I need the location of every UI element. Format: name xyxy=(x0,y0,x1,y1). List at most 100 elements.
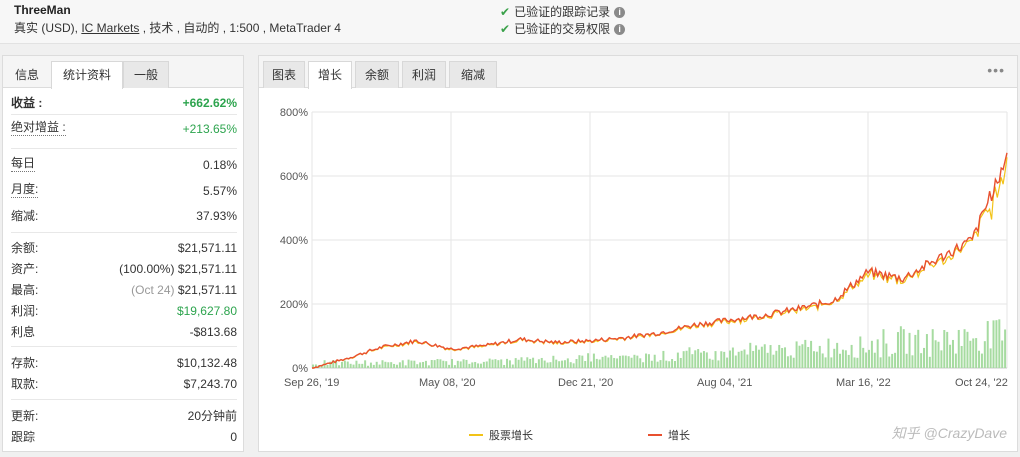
volume-bar xyxy=(575,358,578,368)
volume-bar xyxy=(459,361,462,368)
volume-bar xyxy=(451,359,453,368)
volume-bar xyxy=(607,357,610,368)
volume-bar xyxy=(868,349,870,368)
verified-trading-privilege: ✔ 已验证的交易权限 i xyxy=(500,20,626,37)
volume-bar xyxy=(355,360,358,368)
volume-bar xyxy=(456,360,459,368)
volume-bar xyxy=(653,354,656,368)
volume-bar xyxy=(882,329,885,368)
volume-bar xyxy=(972,338,975,368)
volume-bar xyxy=(633,354,636,368)
volume-bar xyxy=(937,341,940,368)
volume-bar xyxy=(340,361,343,368)
volume-bar xyxy=(786,356,789,368)
volume-bar xyxy=(749,342,752,368)
volume-bar xyxy=(488,358,491,368)
stat-profit: 利润: $19,627.80 xyxy=(11,302,237,320)
volume-bar xyxy=(645,353,648,368)
volume-bar xyxy=(465,359,468,368)
info-icon[interactable]: i xyxy=(614,24,626,35)
volume-bar xyxy=(902,329,905,368)
volume-bar xyxy=(590,361,592,368)
volume-bar xyxy=(844,350,847,368)
stats-tab-bar: 信息 统计资料 一般 xyxy=(3,56,243,89)
volume-bar xyxy=(876,339,879,368)
account-header: ThreeMan 真实 (USD), IC Markets , 技术 , 自动的… xyxy=(0,0,1020,44)
volume-bar xyxy=(546,362,549,368)
volume-bar xyxy=(627,356,630,368)
volume-bar xyxy=(925,334,928,368)
broker-link[interactable]: IC Markets xyxy=(81,21,139,35)
volume-bar xyxy=(503,364,506,368)
volume-bar xyxy=(520,357,523,368)
volume-bar xyxy=(372,364,375,368)
tab-growth[interactable]: 增长 xyxy=(308,61,352,89)
volume-bar xyxy=(931,329,934,368)
tab-chart[interactable]: 图表 xyxy=(263,61,305,88)
volume-bar xyxy=(485,361,488,368)
volume-bar xyxy=(378,364,381,368)
x-tick-label: Aug 04, '21 xyxy=(697,377,752,389)
volume-bar xyxy=(393,363,396,368)
volume-bar xyxy=(543,360,546,368)
volume-bar xyxy=(980,353,983,368)
volume-bar xyxy=(708,358,711,368)
volume-bar xyxy=(769,345,772,368)
volume-bar xyxy=(943,330,946,368)
tab-info[interactable]: 信息 xyxy=(7,61,47,88)
volume-bar xyxy=(949,344,952,368)
volume-bar xyxy=(482,361,485,368)
stat-value: 5.57% xyxy=(202,184,237,198)
volume-bar xyxy=(584,361,587,368)
volume-bar xyxy=(419,362,422,368)
volume-bar xyxy=(772,354,775,368)
stat-label: 最高: xyxy=(11,283,39,297)
volume-bar xyxy=(798,345,801,368)
info-icon[interactable]: i xyxy=(614,7,626,18)
volume-bar xyxy=(781,348,784,368)
volume-bar xyxy=(398,362,401,368)
watermark: 知乎 @CrazyDave xyxy=(891,425,1007,441)
volume-bar xyxy=(610,355,613,368)
stat-label: 缩减: xyxy=(11,209,39,223)
tab-general[interactable]: 一般 xyxy=(123,61,169,88)
stat-label[interactable]: 绝对增益 : xyxy=(11,120,66,136)
volume-bar xyxy=(757,349,760,368)
stat-value: 20分钟前 xyxy=(187,409,237,423)
volume-bar xyxy=(390,362,393,368)
volume-bar xyxy=(711,359,714,368)
stat-label[interactable]: 每日 xyxy=(11,156,36,172)
volume-bar xyxy=(812,351,815,368)
volume-bar xyxy=(549,362,552,368)
volume-bars xyxy=(312,319,1007,368)
volume-bar xyxy=(656,361,659,368)
volume-bar xyxy=(361,363,364,368)
volume-bar xyxy=(338,365,341,368)
tab-profit[interactable]: 利润 xyxy=(402,61,446,88)
volume-bar xyxy=(404,365,407,368)
volume-bar xyxy=(870,340,873,368)
volume-bar xyxy=(659,360,662,368)
stats-panel: 信息 统计资料 一般 收益 : +662.62% 绝对增益 : +213.65% 每… xyxy=(2,55,244,452)
tab-statistics[interactable]: 统计资料 xyxy=(51,61,123,89)
volume-bar xyxy=(650,360,653,368)
volume-bar xyxy=(621,355,624,368)
volume-bar xyxy=(500,359,503,368)
tab-drawdown[interactable]: 缩减 xyxy=(449,61,497,88)
stat-interest: 利息 -$813.68 xyxy=(11,323,237,341)
x-tick-label: Dec 21, '20 xyxy=(558,377,613,389)
volume-bar xyxy=(587,353,590,368)
verified-track-label: 已验证的跟踪记录 xyxy=(514,5,611,19)
stat-label[interactable]: 月度: xyxy=(11,182,39,198)
volume-bar xyxy=(740,350,743,368)
y-tick-label: 200% xyxy=(280,299,308,311)
volume-bar xyxy=(989,348,992,368)
verified-privilege-label: 已验证的交易权限 xyxy=(514,22,611,36)
tab-balance[interactable]: 余额 xyxy=(355,61,399,88)
volume-bar xyxy=(671,359,674,368)
volume-bar xyxy=(1004,329,1007,368)
volume-bar xyxy=(558,361,561,368)
volume-bar xyxy=(453,365,456,368)
volume-bar xyxy=(957,329,960,368)
more-options-icon[interactable]: ••• xyxy=(987,62,1005,78)
